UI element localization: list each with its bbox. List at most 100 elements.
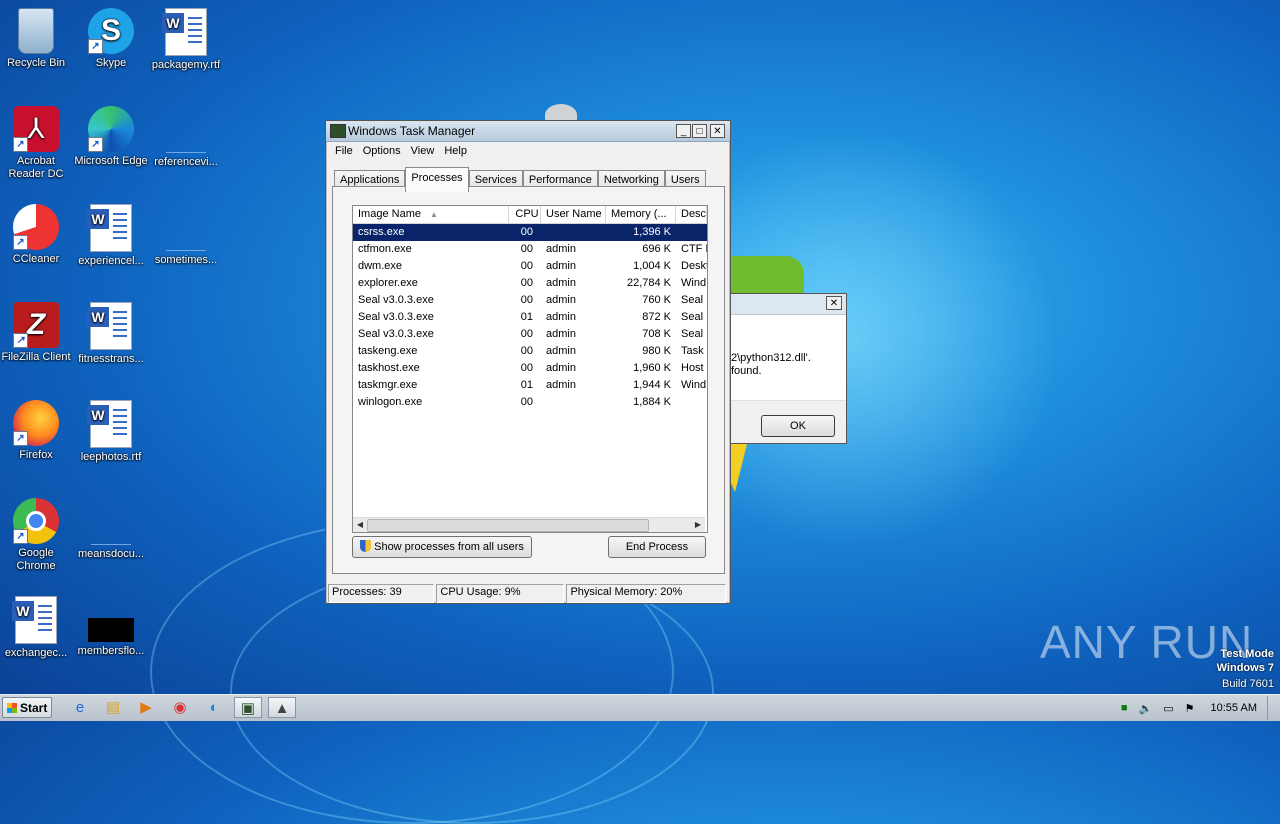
shortcut-arrow-icon: ↗	[88, 137, 103, 152]
process-row[interactable]: Seal v3.0.3.exe 00 admin 760 K Seal	[353, 292, 707, 309]
desktop-icon-experiencel[interactable]: W experiencel...	[73, 204, 149, 268]
task-manager-titlebar[interactable]: Windows Task Manager _ □ ✕	[326, 121, 730, 142]
process-image-name: taskhost.exe	[358, 362, 420, 374]
close-icon[interactable]: ✕	[710, 124, 725, 138]
end-process-button[interactable]: End Process	[608, 536, 706, 558]
process-cpu: 00	[520, 396, 533, 408]
process-cpu: 00	[520, 328, 533, 340]
menu-options[interactable]: Options	[358, 142, 406, 162]
menu-help[interactable]: Help	[439, 142, 472, 162]
word-document-icon: W	[87, 400, 132, 448]
desktop-icon-fitnesstrans[interactable]: W fitnesstrans...	[73, 302, 149, 366]
clock[interactable]: 10:55 AM	[1211, 702, 1257, 714]
process-row[interactable]: taskmgr.exe 01 admin 1,944 K Wind	[353, 377, 707, 394]
menu-view[interactable]: View	[406, 142, 440, 162]
close-icon[interactable]: ✕	[826, 296, 842, 310]
desktop-icon-membersflo[interactable]: membersflo...	[73, 596, 149, 658]
scroll-right-icon[interactable]: ▶	[692, 519, 704, 531]
desktop-icon-label: exchangec...	[4, 647, 68, 659]
process-description	[676, 394, 707, 411]
desktop-icon-firefox[interactable]: ↗ Firefox	[0, 400, 74, 462]
desktop-icon-label: packagemy.rtf	[151, 59, 221, 71]
desktop-icon-referencevi[interactable]: referencevi...	[148, 106, 224, 169]
desktop-icon-filezilla[interactable]: Z ↗ FileZilla Client	[0, 302, 74, 364]
maximize-icon[interactable]: □	[692, 124, 707, 138]
scroll-left-icon[interactable]: ◀	[354, 519, 366, 531]
process-list-header: Image Name ▲ CPU User Name Memory (... D…	[353, 206, 707, 224]
column-header-user-name[interactable]: User Name	[541, 206, 606, 223]
process-memory: 1,884 K	[633, 396, 671, 408]
column-header-cpu[interactable]: CPU	[509, 206, 541, 223]
desktop-icon-recycle-bin[interactable]: Recycle Bin	[0, 8, 74, 70]
show-desktop-button[interactable]	[1267, 696, 1276, 720]
desktop-icon-sometimes[interactable]: sometimes...	[148, 204, 224, 267]
process-user-name	[541, 224, 606, 241]
process-cpu: 00	[520, 277, 533, 289]
process-cpu: 00	[520, 362, 533, 374]
word-document-icon: W	[87, 204, 132, 252]
skype-icon: S ↗	[88, 8, 134, 54]
desktop-icon-label: meansdocu...	[77, 548, 145, 560]
process-row[interactable]: explorer.exe 00 admin 22,784 K Wind	[353, 275, 707, 292]
tab-processes[interactable]: Processes	[405, 167, 469, 192]
start-button[interactable]: Start	[2, 697, 52, 718]
shortcut-arrow-icon: ↗	[88, 39, 103, 54]
desktop-icon-meansdocu[interactable]: meansdocu...	[73, 498, 149, 561]
chrome-taskbar-icon[interactable]: ◉	[166, 697, 194, 718]
process-row[interactable]: dwm.exe 00 admin 1,004 K Deskt	[353, 258, 707, 275]
desktop-icon-skype[interactable]: S ↗ Skype	[73, 8, 149, 70]
column-header-memory[interactable]: Memory (...	[606, 206, 676, 223]
process-row[interactable]: csrss.exe 00 1,396 K	[353, 224, 707, 241]
process-row[interactable]: Seal v3.0.3.exe 00 admin 708 K Seal	[353, 326, 707, 343]
blank-file-icon	[166, 126, 206, 153]
edge-taskbar-icon[interactable]: ◐	[200, 697, 228, 718]
horizontal-scrollbar[interactable]: ◀ ▶	[353, 517, 705, 532]
desktop-icon-acrobat[interactable]: ⅄ ↗ Acrobat Reader DC	[0, 106, 74, 181]
process-list[interactable]: Image Name ▲ CPU User Name Memory (... D…	[352, 205, 708, 533]
process-user-name: admin	[546, 277, 576, 289]
desktop-icon-label: experiencel...	[78, 255, 144, 267]
process-description: Seal	[681, 328, 704, 340]
column-header-image-name[interactable]: Image Name ▲	[353, 206, 509, 223]
desktop-icon-label: Recycle Bin	[6, 57, 66, 69]
desktop-icon-leephotos[interactable]: W leephotos.rtf	[73, 400, 149, 464]
menu-file[interactable]: File	[330, 142, 358, 162]
status-physical-memory: Physical Memory: 20%	[566, 584, 726, 603]
desktop-icon-packagemy[interactable]: W packagemy.rtf	[148, 8, 224, 72]
minimize-icon[interactable]: _	[676, 124, 691, 138]
process-description	[676, 224, 707, 241]
ok-button[interactable]: OK	[761, 415, 835, 437]
internet-explorer-icon[interactable]: e	[66, 697, 94, 718]
column-header-description[interactable]: Desc	[676, 206, 707, 223]
process-image-name: Seal v3.0.3.exe	[358, 311, 434, 323]
scrollbar-thumb[interactable]	[367, 519, 649, 532]
process-row[interactable]: taskeng.exe 00 admin 980 K Task	[353, 343, 707, 360]
process-description: Task	[681, 345, 704, 357]
file-explorer-icon[interactable]: ▤	[99, 697, 127, 718]
desktop-icon-ccleaner[interactable]: ↗ CCleaner	[0, 204, 74, 266]
error-dialog-message: 2\python312.dll'. found.	[731, 352, 811, 378]
display-icon[interactable]: ▭	[1163, 702, 1173, 715]
media-player-icon[interactable]: ▶	[132, 697, 160, 718]
desktop-icon-edge[interactable]: ↗ Microsoft Edge	[73, 106, 149, 168]
show-all-processes-label: Show processes from all users	[374, 541, 524, 553]
speaker-icon[interactable]: 🔈	[1139, 702, 1153, 715]
desktop-icon-label: referencevi...	[154, 156, 218, 168]
seal-taskbar-icon[interactable]: ▲	[268, 697, 296, 718]
status-bar: Processes: 39 CPU Usage: 9% Physical Mem…	[328, 584, 728, 603]
process-memory: 1,944 K	[633, 379, 671, 391]
process-row[interactable]: ctfmon.exe 00 admin 696 K CTF L	[353, 241, 707, 258]
process-row[interactable]: winlogon.exe 00 1,884 K	[353, 394, 707, 411]
task-manager-taskbar-icon[interactable]: ▣	[234, 697, 262, 718]
process-image-name: Seal v3.0.3.exe	[358, 294, 434, 306]
process-memory: 1,396 K	[633, 226, 671, 238]
process-row[interactable]: Seal v3.0.3.exe 01 admin 872 K Seal	[353, 309, 707, 326]
network-status-icon[interactable]: ■	[1121, 702, 1128, 714]
show-all-processes-button[interactable]: Show processes from all users	[352, 536, 532, 558]
process-row[interactable]: taskhost.exe 00 admin 1,960 K Host	[353, 360, 707, 377]
process-description: Deskt	[681, 260, 707, 272]
desktop-icon-exchangec[interactable]: W exchangec...	[0, 596, 74, 660]
desktop-icon-chrome[interactable]: ↗ Google Chrome	[0, 498, 74, 573]
word-document-icon: W	[12, 596, 57, 644]
action-center-flag-icon[interactable]: ⚑	[1185, 702, 1195, 715]
